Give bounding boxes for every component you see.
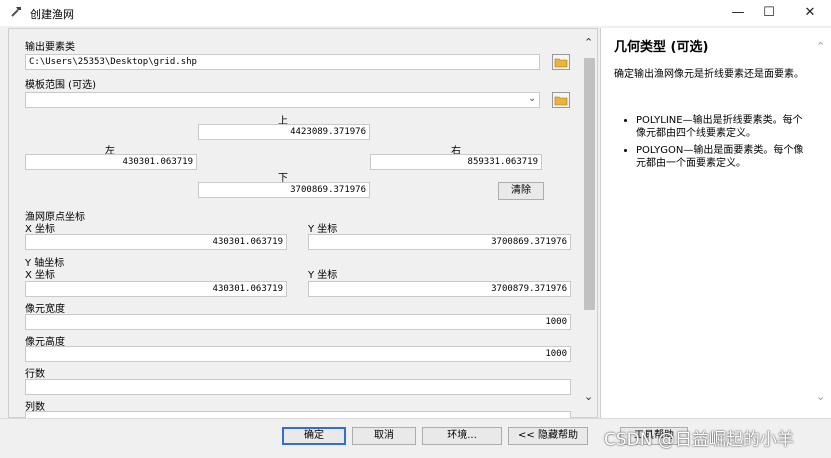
environments-button[interactable]: 环境... — [422, 427, 502, 445]
help-list-item: POLYGON—输出是面要素类。每个像元都由一个面要素定义。 — [636, 144, 810, 170]
help-panel — [600, 28, 831, 418]
origin-y-input[interactable]: 3700869.371976 — [308, 234, 571, 250]
origin-y-label: Y 坐标 — [308, 224, 338, 235]
y-axis-x-input[interactable]: 430301.063719 — [25, 281, 287, 297]
help-scroll-up-icon[interactable]: ⌃ — [816, 40, 825, 53]
title-bar — [0, 0, 831, 26]
extent-right-input[interactable]: 859331.063719 — [370, 154, 542, 170]
clear-button[interactable]: 清除 — [498, 182, 544, 200]
rows-label: 行数 — [25, 369, 45, 380]
help-intro: 确定输出渔网像元是折线要素还是面要素。 — [614, 69, 804, 80]
y-axis-y-label: Y 坐标 — [308, 270, 338, 281]
close-button[interactable]: ✕ — [787, 0, 831, 26]
rows-input[interactable] — [25, 379, 571, 395]
output-features-label: 输出要素类 — [25, 42, 75, 53]
browse-folder-icon[interactable] — [552, 92, 570, 108]
hammer-icon — [10, 4, 24, 22]
chevron-down-icon[interactable]: ⌄ — [528, 93, 536, 104]
help-title: 几何类型 (可选) — [614, 40, 709, 55]
help-list-item: POLYLINE—输出是折线要素类。每个像元都由四个线要素定义。 — [636, 114, 810, 140]
window-title: 创建渔网 — [30, 8, 74, 21]
cell-height-input[interactable]: 1000 — [25, 346, 571, 362]
cell-width-input[interactable]: 1000 — [25, 314, 571, 330]
scrollbar-thumb[interactable] — [584, 58, 595, 310]
watermark-text: CSDN @日益崛起的小羊 — [604, 430, 794, 450]
template-extent-select[interactable] — [25, 92, 540, 108]
browse-folder-icon[interactable] — [552, 54, 570, 70]
extent-left-input[interactable]: 430301.063719 — [25, 154, 197, 170]
hide-help-button[interactable]: << 隐藏帮助 — [508, 427, 588, 445]
y-axis-x-label: X 坐标 — [25, 270, 56, 281]
extent-bottom-input[interactable]: 3700869.371976 — [198, 182, 370, 198]
help-list: POLYLINE—输出是折线要素类。每个像元都由四个线要素定义。 POLYGON… — [636, 114, 810, 170]
ok-button[interactable]: 确定 — [282, 427, 346, 445]
columns-input[interactable] — [25, 411, 571, 418]
scroll-up-icon[interactable]: ⌃ — [584, 36, 593, 49]
output-features-input[interactable]: C:\Users\25353\Desktop\grid.shp — [25, 54, 540, 70]
extent-top-input[interactable]: 4423089.371976 — [198, 124, 370, 140]
cell-width-label: 像元宽度 — [25, 304, 65, 315]
origin-x-label: X 坐标 — [25, 224, 56, 235]
help-scroll-down-icon[interactable]: ⌄ — [816, 390, 825, 403]
origin-x-input[interactable]: 430301.063719 — [25, 234, 287, 250]
scroll-down-icon[interactable]: ⌄ — [584, 390, 593, 403]
template-extent-label: 模板范围 (可选) — [25, 80, 96, 91]
y-axis-y-input[interactable]: 3700879.371976 — [308, 281, 571, 297]
maximize-button[interactable]: ☐ — [746, 0, 792, 26]
cancel-button[interactable]: 取消 — [352, 427, 416, 445]
